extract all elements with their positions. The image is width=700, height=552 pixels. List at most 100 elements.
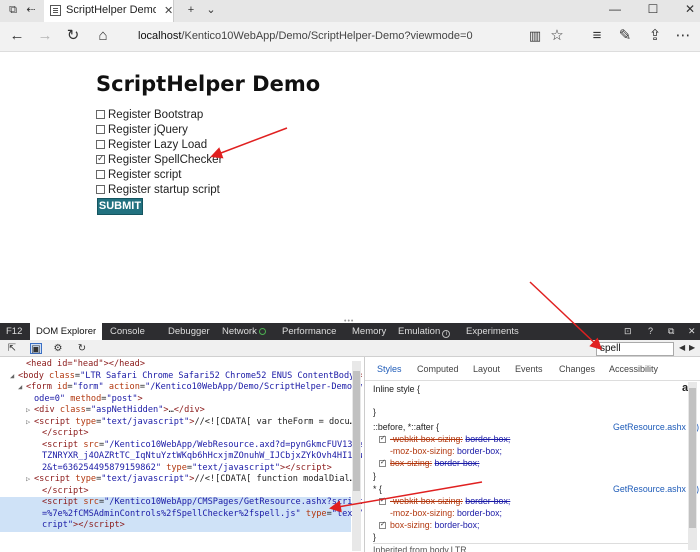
css-property-row[interactable]: -webkit-box-sizing: border-box; <box>379 496 510 506</box>
help-icon[interactable]: ? <box>648 326 653 336</box>
css-property-value[interactable]: border-box; <box>457 508 502 518</box>
checkbox[interactable] <box>96 140 105 149</box>
checkbox-label[interactable]: Register SpellChecker <box>108 154 222 166</box>
dom-node-line[interactable]: <script src="/Kentico10WebApp/CMSPages/G… <box>0 497 362 509</box>
css-property-value[interactable]: border-box; <box>465 496 510 506</box>
dom-node-line[interactable]: =%7e%2fCMSAdminControls%2fSpellChecker%2… <box>0 508 362 520</box>
styles-scrollbar[interactable] <box>688 382 697 550</box>
refresh-icon[interactable]: ↻ <box>64 27 82 45</box>
css-property-row[interactable]: box-sizing: border-box; <box>379 520 480 530</box>
devtools-tab-console[interactable]: Console <box>110 326 145 337</box>
settings-gear-icon[interactable]: ⚙ <box>52 343 64 354</box>
css-property-row[interactable]: -moz-box-sizing: border-box; <box>379 446 502 456</box>
checkbox[interactable] <box>96 125 105 134</box>
home-icon[interactable]: ⌂ <box>94 27 112 45</box>
dom-node-line[interactable]: ▷ <div class="aspNetHidden">…</div> <box>0 405 351 417</box>
tab-preview-icon[interactable]: ⧉ <box>6 3 20 17</box>
dom-node-line[interactable]: </script> <box>0 486 351 498</box>
new-tab-icon[interactable]: + <box>184 3 198 17</box>
rule2-source-link[interactable]: GetResource.ashx (3) <box>613 484 699 494</box>
dom-tree-scrollbar[interactable] <box>352 361 361 551</box>
back-icon[interactable]: ← <box>8 27 26 45</box>
styles-tab-accessibility[interactable]: Accessibility <box>609 364 658 374</box>
undock-icon[interactable]: ⧉ <box>668 326 674 337</box>
css-property-row[interactable]: -moz-box-sizing: border-box; <box>379 508 502 518</box>
property-toggle-checkbox[interactable] <box>379 434 386 443</box>
highlight-elements-icon[interactable]: ▣ <box>30 343 42 355</box>
dom-search-input[interactable]: spell <box>596 342 674 356</box>
expand-toggle-icon[interactable]: ◢ <box>10 371 18 383</box>
dom-node-line[interactable]: </script> <box>0 428 351 440</box>
devtools-tab-memory[interactable]: Memory <box>352 326 386 337</box>
css-property-row[interactable]: box-sizing: border-box; <box>379 458 480 468</box>
dom-node-line[interactable]: 2&t=636254495879159862" type="text/javas… <box>0 463 351 475</box>
expand-toggle-icon[interactable]: ▷ <box>26 405 34 417</box>
favorite-star-icon[interactable]: ☆ <box>548 27 566 45</box>
checkbox[interactable] <box>96 185 105 194</box>
select-element-icon[interactable]: ⇱ <box>6 343 18 354</box>
property-toggle-checkbox[interactable] <box>379 496 386 505</box>
checkbox-row[interactable]: Register Lazy Load <box>96 137 222 152</box>
address-bar[interactable]: localhost/Kentico10WebApp/Demo/ScriptHel… <box>138 30 473 42</box>
checkbox-row[interactable]: Register Bootstrap <box>96 107 222 122</box>
checkbox-label[interactable]: Register Bootstrap <box>108 109 203 121</box>
css-property-name[interactable]: box-sizing: <box>390 520 432 530</box>
expand-toggle-icon[interactable]: ◢ <box>18 382 26 394</box>
hub-icon[interactable]: ≡ <box>588 27 606 45</box>
styles-tab-layout[interactable]: Layout <box>473 364 500 374</box>
styles-tab-changes[interactable]: Changes <box>559 364 595 374</box>
dom-node-line[interactable]: ▷ <script type="text/javascript">//<![CDA… <box>0 474 355 486</box>
checkbox-label[interactable]: Register startup script <box>108 184 220 196</box>
expand-toggle-icon[interactable]: ▷ <box>26 417 34 429</box>
checkbox[interactable] <box>96 170 105 179</box>
styles-tab-events[interactable]: Events <box>515 364 543 374</box>
devtools-tab-network[interactable]: Network <box>222 326 266 337</box>
refresh-dom-icon[interactable]: ↻ <box>76 343 88 354</box>
dom-node-line[interactable]: cript"></script> <box>0 520 351 532</box>
expand-toggle-icon[interactable]: ▷ <box>26 474 34 486</box>
devtools-tab-performance[interactable]: Performance <box>282 326 336 337</box>
reading-view-icon[interactable]: ▥ <box>526 27 544 45</box>
close-tab-icon[interactable]: ✕ <box>164 4 173 17</box>
dom-node-line[interactable]: ◢ <form id="form" action="/Kentico10WebAp… <box>0 382 362 394</box>
rule1-source-link[interactable]: GetResource.ashx (3) <box>613 422 699 432</box>
devtools-tab-emulation[interactable]: Emulation i <box>398 326 451 338</box>
minimize-icon[interactable]: — <box>608 2 622 16</box>
checkbox-label[interactable]: Register jQuery <box>108 124 188 136</box>
console-toggle-icon[interactable]: ⊡ <box>624 326 632 337</box>
checkbox-label[interactable]: Register Lazy Load <box>108 139 207 151</box>
forward-icon[interactable]: → <box>36 27 54 45</box>
share-icon[interactable]: ⇪ <box>646 27 664 45</box>
maximize-icon[interactable]: ☐ <box>646 2 660 16</box>
submit-button[interactable]: SUBMIT <box>97 198 143 215</box>
css-property-name[interactable]: -moz-box-sizing: <box>390 508 455 518</box>
styles-scroll-thumb[interactable] <box>689 388 696 528</box>
search-prev-icon[interactable]: ◀ <box>679 343 685 352</box>
dom-node-line[interactable]: ▷ <script type="text/javascript">//<![CDA… <box>0 417 355 429</box>
css-property-value[interactable]: border-box; <box>465 434 510 444</box>
browser-tab[interactable]: ScriptHelper Demo - Da ✕ <box>44 0 174 22</box>
dom-node-line[interactable]: ode=0" method="post"> <box>0 394 351 406</box>
search-next-icon[interactable]: ▶ <box>689 343 695 352</box>
close-devtools-icon[interactable]: ✕ <box>688 326 696 337</box>
css-property-name[interactable]: -webkit-box-sizing: <box>390 434 463 444</box>
css-property-value[interactable]: border-box; <box>457 446 502 456</box>
styles-tab-computed[interactable]: Computed <box>417 364 459 374</box>
more-icon[interactable]: ⋯ <box>674 27 692 45</box>
dom-node-line[interactable]: <head id="head"></head> <box>0 359 351 371</box>
checkbox-label[interactable]: Register script <box>108 169 182 181</box>
devtools-tab-debugger[interactable]: Debugger <box>168 326 210 337</box>
checkbox[interactable] <box>96 153 105 164</box>
css-property-name[interactable]: box-sizing: <box>390 458 432 468</box>
css-property-name[interactable]: -moz-box-sizing: <box>390 446 455 456</box>
css-property-value[interactable]: border-box; <box>435 458 480 468</box>
dom-node-line[interactable]: TZNRYXR_j4OAZRtTC_IqNtuYztWKqb6hHcxjmZOn… <box>0 451 362 463</box>
devtools-tab-dom-explorer[interactable]: DOM Explorer <box>30 323 103 340</box>
styles-tab-styles[interactable]: Styles <box>377 364 402 374</box>
property-toggle-checkbox[interactable] <box>379 458 386 467</box>
css-property-value[interactable]: border-box; <box>435 520 480 530</box>
dom-scroll-thumb[interactable] <box>353 371 360 491</box>
devtools-tab-experiments[interactable]: Experiments <box>466 326 519 337</box>
close-window-icon[interactable]: ✕ <box>683 2 697 16</box>
property-toggle-checkbox[interactable] <box>379 520 386 529</box>
